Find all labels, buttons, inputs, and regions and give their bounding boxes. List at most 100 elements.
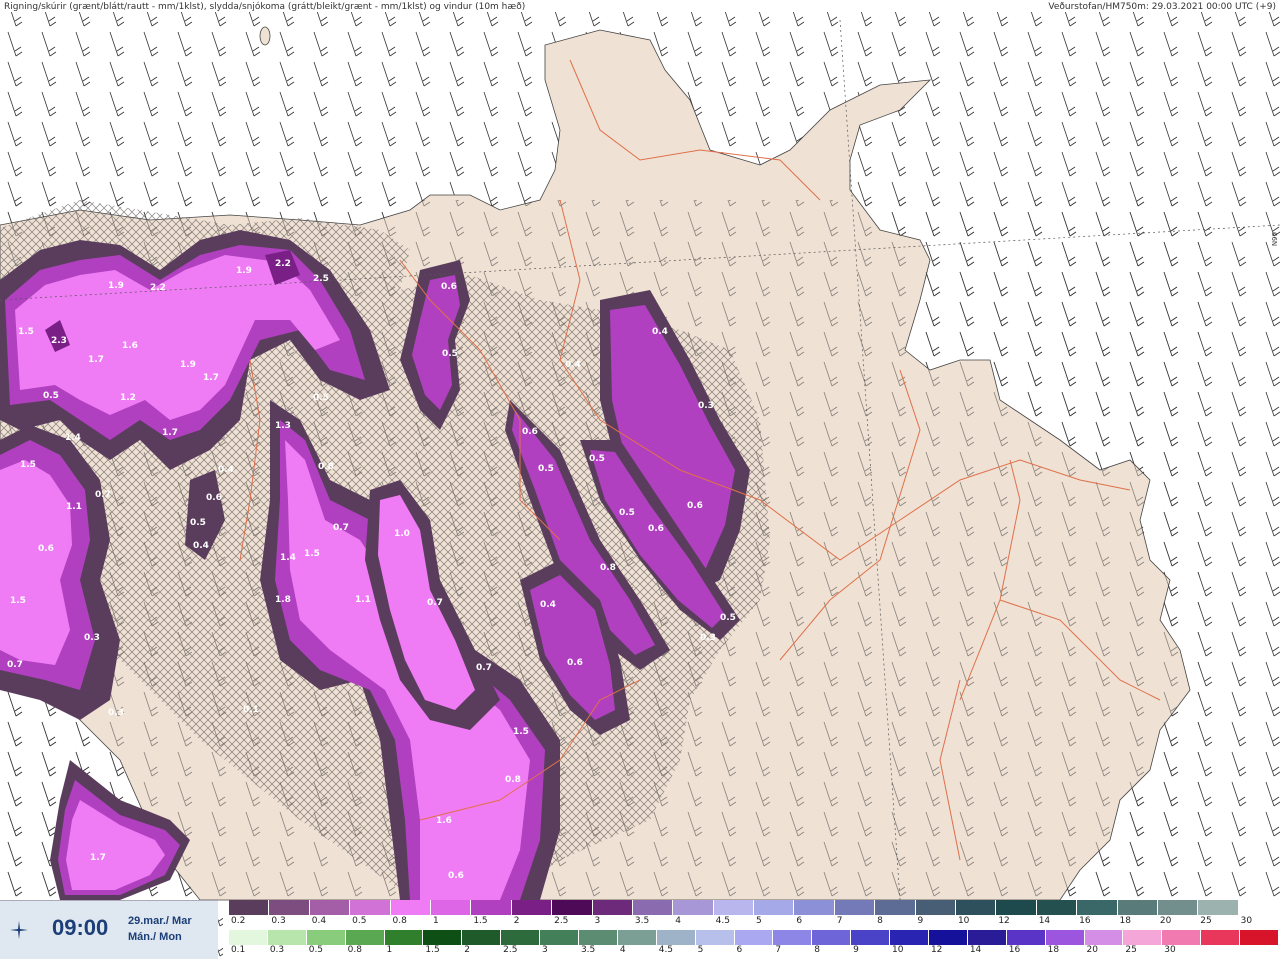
legend-label: 7 [836, 916, 843, 926]
map-value-label: 0.3 [698, 401, 714, 411]
legend-swatch [812, 930, 852, 945]
legend-label: 16 [1079, 916, 1091, 926]
map-value-label: 0.6 [567, 658, 583, 668]
legend-label: 1 [432, 916, 439, 926]
legend-label: 0.5 [352, 916, 367, 926]
map-value-label: 0.5 [442, 349, 458, 359]
legend-swatch [269, 900, 310, 915]
legend-swatch [384, 930, 424, 945]
legend-label: 12 [998, 916, 1010, 926]
legend-swatch [552, 900, 593, 915]
legend-label: 4 [619, 945, 626, 955]
forecast-date: 29.mar./ Mar [128, 915, 192, 927]
map-value-label: 1.5 [10, 596, 26, 606]
map-value-label: 0.7 [333, 523, 349, 533]
legend-swatch [309, 900, 351, 915]
map-value-label: 0.6 [522, 427, 538, 437]
map-value-label: 1.5 [20, 460, 36, 470]
legend-swatch [851, 930, 891, 945]
map-value-label: 1.9 [108, 281, 124, 291]
timestamp-box: 09:00 29.mar./ Mar Mán./ Mon [0, 900, 218, 959]
legend-swatch [267, 930, 307, 945]
map-value-label: 0.4 [540, 600, 556, 610]
legend-label: 4 [675, 916, 681, 926]
map-value-label: 0.5 [720, 613, 736, 623]
legend-swatch [754, 900, 795, 915]
map-value-label: 1.0 [394, 529, 410, 539]
legend-label: 0.5 [308, 945, 324, 955]
legend-swatch [967, 930, 1007, 945]
grid-label-66n: 66N [1270, 232, 1278, 246]
legend-swatch [875, 900, 916, 915]
map-value-label: 1.4 [65, 433, 81, 443]
legend-swatch [350, 900, 391, 915]
legend-swatch [996, 900, 1037, 915]
legend-swatch [462, 930, 502, 945]
legend-swatch [1162, 930, 1202, 945]
legend-swatch [1077, 900, 1118, 915]
island [259, 26, 271, 46]
map-value-label: 0.6 [687, 501, 703, 511]
map-value-label: 1.9 [236, 266, 252, 276]
map-value-label: 2.2 [275, 259, 291, 269]
map-value-label: 1.9 [180, 360, 196, 370]
map-value-label: 0.5 [43, 391, 59, 401]
legend-label: 30 [1240, 916, 1253, 926]
legend-label: 0.3 [269, 945, 285, 955]
map-value-label: 0.7 [427, 598, 443, 608]
legend-swatch [890, 930, 930, 945]
legend-label: 6 [736, 945, 743, 955]
legend-label: 1.5 [425, 945, 440, 955]
legend-label: 9 [853, 945, 859, 955]
legend-label: 12 [930, 945, 943, 955]
map-value-label: 1.7 [162, 428, 178, 438]
map-value-label: 1.1 [355, 595, 371, 605]
legend-swatch [430, 900, 472, 915]
map-value-label: 1.6 [122, 341, 138, 351]
map-value-label: 0.6 [648, 524, 664, 534]
map-value-label: 0.7 [7, 660, 23, 670]
legend-swatch [1084, 930, 1124, 945]
map-value-label: 1.5 [18, 327, 34, 337]
legend-label: 3.5 [634, 916, 650, 926]
legend-label: 0.3 [271, 916, 286, 926]
map-value-label: 0.3 [700, 633, 716, 643]
map-value-label: 0.4 [218, 465, 234, 475]
map-value-label: 0.8 [505, 775, 521, 785]
legend-label: 2.5 [503, 945, 518, 955]
legend-swatch [929, 930, 968, 945]
legend-swatch [229, 900, 270, 915]
legend-swatch [956, 900, 997, 915]
legend-swatch [1117, 900, 1158, 915]
map-value-label: 0.8 [600, 563, 616, 573]
vedur-logo-icon [10, 921, 28, 939]
legend-label: 25 [1125, 945, 1137, 955]
map-value-label: 0.5 [589, 454, 605, 464]
map-value-label: 0.3 [108, 708, 124, 718]
legend-label: 18 [1119, 916, 1131, 926]
legend-swatch [656, 930, 696, 945]
map-value-label: 0.6 [38, 544, 54, 554]
legend-swatch [540, 930, 580, 945]
legend-label: 0.1 [230, 945, 246, 955]
legend-swatch [1123, 930, 1163, 945]
legend-swatch [592, 900, 633, 915]
map-value-label: 0.5 [538, 464, 554, 474]
map-value-label: 2.2 [150, 283, 166, 293]
legend-swatch [229, 930, 268, 945]
legend-swatch [345, 930, 385, 945]
map-value-label: 2.5 [313, 274, 329, 284]
legend-label: 2.5 [554, 916, 569, 926]
legend-label: 6 [796, 916, 803, 926]
legend-label: 10 [892, 945, 904, 955]
legend-swatch [1238, 900, 1280, 915]
legend-label: 5 [697, 945, 704, 955]
legend-label: 4.5 [715, 916, 730, 926]
legend-label: 20 [1086, 945, 1098, 955]
legend-label: 25 [1200, 916, 1212, 926]
legend-swatch [501, 930, 541, 945]
legend-swatch [1198, 900, 1239, 915]
legend-swatch [579, 930, 618, 945]
legend-swatch [1006, 930, 1046, 945]
map-value-label: 1.3 [275, 421, 291, 431]
